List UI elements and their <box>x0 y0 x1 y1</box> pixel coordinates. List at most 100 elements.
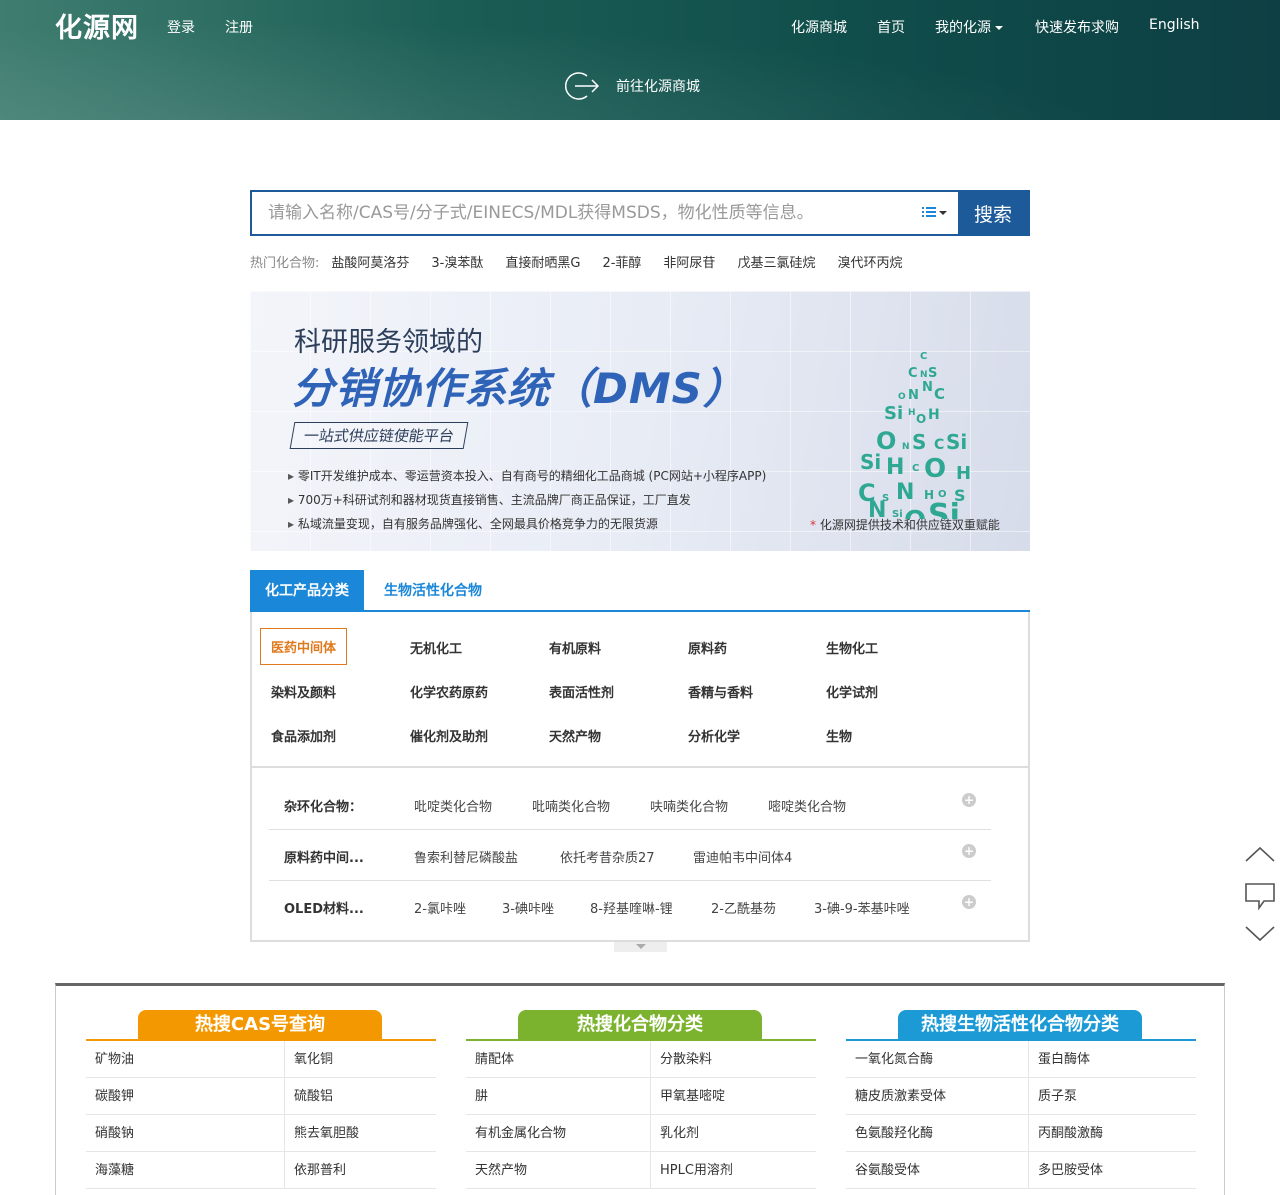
subcategory-row-label: 原料药中间... <box>284 851 364 866</box>
hot-link[interactable]: 乳化剂 <box>651 1115 816 1152</box>
hot-compound-link[interactable]: 非阿尿苷 <box>663 252 715 271</box>
search-button[interactable]: 搜索 <box>958 192 1028 234</box>
svg-text:Si: Si <box>860 450 881 474</box>
hot-link[interactable]: 一氧化氮合酶 <box>846 1041 1029 1078</box>
feedback-message-icon[interactable] <box>1244 881 1276 911</box>
hot-link[interactable]: 氧化铜 <box>285 1041 436 1078</box>
register-link[interactable]: 注册 <box>225 17 253 37</box>
svg-text:Si: Si <box>928 498 960 519</box>
hot-link[interactable]: 甲氧基嘧啶 <box>651 1078 816 1115</box>
nav-my-account[interactable]: 我的化源 <box>935 17 1003 37</box>
hot-search-section: 热搜CAS号查询 矿物油 氧化铜 碳酸钾 硫酸铝 硝酸钠 熊去氧胆酸 海藻糖 依… <box>55 983 1225 1195</box>
hot-compounds: 热门化合物: 盐酸阿莫洛芬 3-溴苯酞 直接耐晒黑G 2-菲醇 非阿尿苷 戊基三… <box>250 252 924 271</box>
category-item[interactable]: 表面活性剂 <box>549 682 614 701</box>
subcategory-row-label: 杂环化合物： <box>284 800 363 815</box>
subcategory-link[interactable]: 2-氯咔唑 <box>414 898 466 917</box>
subcategory-link[interactable]: 3-碘咔唑 <box>502 898 554 917</box>
category-item[interactable]: 化学试剂 <box>826 682 878 701</box>
hot-link[interactable]: 腈配体 <box>466 1041 651 1078</box>
category-item[interactable]: 催化剂及助剂 <box>410 726 488 745</box>
hot-link[interactable]: 熊去氧胆酸 <box>285 1115 436 1152</box>
hot-link[interactable]: 谷氨酸受体 <box>846 1152 1029 1189</box>
category-item[interactable]: 原料药 <box>688 638 727 657</box>
expand-plus-icon[interactable]: + <box>962 844 976 858</box>
subcategory-row: 杂环化合物： 吡啶类化合物 吡喃类化合物 呋喃类化合物 嘧啶类化合物 + <box>269 780 991 830</box>
scroll-up-icon[interactable] <box>1244 845 1276 865</box>
hot-compound-link[interactable]: 溴代环丙烷 <box>837 252 902 271</box>
banner-note-text: 化源网提供技术和供应链双重赋能 <box>819 518 1000 532</box>
top-header: 化源网 登录 注册 化源商城 首页 我的化源 快速发布求购 English 前往… <box>0 0 1280 120</box>
search-type-list-icon[interactable] <box>920 205 950 221</box>
subcategory-link[interactable]: 3-碘-9-苯基咔唑 <box>814 898 910 917</box>
category-item[interactable]: 食品添加剂 <box>271 726 336 745</box>
hot-link[interactable]: 糖皮质激素受体 <box>846 1078 1029 1115</box>
hot-link[interactable]: 色氨酸羟化酶 <box>846 1115 1029 1152</box>
subcategory-link[interactable]: 2-乙酰基芴 <box>711 898 776 917</box>
hot-link[interactable]: 依那普利 <box>285 1152 436 1189</box>
hot-link[interactable]: 质子泵 <box>1029 1078 1196 1115</box>
expand-plus-icon[interactable]: + <box>962 793 976 807</box>
category-item[interactable]: 生物 <box>826 726 852 745</box>
svg-text:H: H <box>956 463 971 484</box>
svg-text:O: O <box>924 454 946 484</box>
site-logo[interactable]: 化源网 <box>55 6 139 45</box>
subcategory-link[interactable]: 呋喃类化合物 <box>650 796 728 815</box>
hot-cas-panel: 热搜CAS号查询 矿物油 氧化铜 碳酸钾 硫酸铝 硝酸钠 熊去氧胆酸 海藻糖 依… <box>86 986 436 1195</box>
goto-mall-link[interactable]: 前往化源商城 <box>565 70 700 102</box>
search-input[interactable] <box>252 192 912 234</box>
scroll-down-icon[interactable] <box>1244 923 1276 943</box>
category-item[interactable]: 无机化工 <box>410 638 462 657</box>
hot-link[interactable]: 分散染料 <box>651 1041 816 1078</box>
hot-link[interactable]: 矿物油 <box>86 1041 285 1078</box>
hot-link[interactable]: 天然产物 <box>466 1152 651 1189</box>
hot-bioactive-class-title: 热搜生物活性化合物分类 <box>898 1010 1142 1040</box>
subcategory-link[interactable]: 吡啶类化合物 <box>414 796 492 815</box>
svg-text:O: O <box>898 392 906 402</box>
category-item[interactable]: 天然产物 <box>549 726 601 745</box>
hot-compound-link[interactable]: 直接耐晒黑G <box>505 252 580 271</box>
tab-bioactive-compounds[interactable]: 生物活性化合物 <box>369 570 497 612</box>
svg-text:C: C <box>908 366 918 381</box>
dms-banner[interactable]: 科研服务领域的 分销协作系统（DMS） 一站式供应链使能平台 零IT开发维护成本… <box>250 291 1030 551</box>
hot-link[interactable]: 蛋白酶体 <box>1029 1041 1196 1078</box>
category-item[interactable]: 香精与香料 <box>688 682 753 701</box>
hot-link[interactable]: 碳酸钾 <box>86 1078 285 1115</box>
hot-link[interactable]: 肼 <box>466 1078 651 1115</box>
chevron-down-icon <box>995 26 1003 30</box>
hot-link[interactable]: HPLC用溶剂 <box>651 1152 816 1189</box>
nav-home[interactable]: 首页 <box>877 17 905 37</box>
svg-text:H: H <box>886 455 904 480</box>
expand-toggle[interactable] <box>614 942 667 952</box>
hot-link[interactable]: 硝酸钠 <box>86 1115 285 1152</box>
subcategory-link[interactable]: 依托考昔杂质27 <box>560 847 655 866</box>
hot-link[interactable]: 硫酸铝 <box>285 1078 436 1115</box>
hot-link[interactable]: 多巴胺受体 <box>1029 1152 1196 1189</box>
category-item[interactable]: 有机原料 <box>549 638 601 657</box>
category-item[interactable]: 分析化学 <box>688 726 740 745</box>
category-item[interactable]: 生物化工 <box>826 638 878 657</box>
nav-quick-post[interactable]: 快速发布求购 <box>1035 17 1119 37</box>
subcategory-link[interactable]: 吡喃类化合物 <box>532 796 610 815</box>
category-item[interactable]: 医药中间体 <box>260 628 348 665</box>
hot-bioactive-class-panel: 热搜生物活性化合物分类 一氧化氮合酶 蛋白酶体 糖皮质激素受体 质子泵 色氨酸羟… <box>846 986 1196 1195</box>
subcategory-link[interactable]: 8-羟基喹啉-锂 <box>590 898 673 917</box>
subcategory-link[interactable]: 鲁索利替尼磷酸盐 <box>414 847 518 866</box>
svg-text:C: C <box>934 385 945 403</box>
expand-plus-icon[interactable]: + <box>962 895 976 909</box>
tab-chemical-categories[interactable]: 化工产品分类 <box>250 570 364 612</box>
hot-link[interactable]: 丙酮酸激酶 <box>1029 1115 1196 1152</box>
category-item[interactable]: 化学农药原药 <box>410 682 488 701</box>
subcategory-link[interactable]: 雷迪帕韦中间体4 <box>693 847 792 866</box>
svg-text:H: H <box>908 408 916 418</box>
nav-mall[interactable]: 化源商城 <box>791 17 847 37</box>
hot-compound-link[interactable]: 戊基三氯硅烷 <box>737 252 815 271</box>
hot-compound-link[interactable]: 2-菲醇 <box>602 252 641 271</box>
hot-link[interactable]: 海藻糖 <box>86 1152 285 1189</box>
hot-compound-link[interactable]: 3-溴苯酞 <box>431 252 483 271</box>
hot-link[interactable]: 有机金属化合物 <box>466 1115 651 1152</box>
hot-compound-link[interactable]: 盐酸阿莫洛芬 <box>331 252 409 271</box>
subcategory-link[interactable]: 嘧啶类化合物 <box>768 796 846 815</box>
category-item[interactable]: 染料及颜料 <box>271 682 336 701</box>
login-link[interactable]: 登录 <box>167 17 195 37</box>
nav-english[interactable]: English <box>1149 17 1200 33</box>
